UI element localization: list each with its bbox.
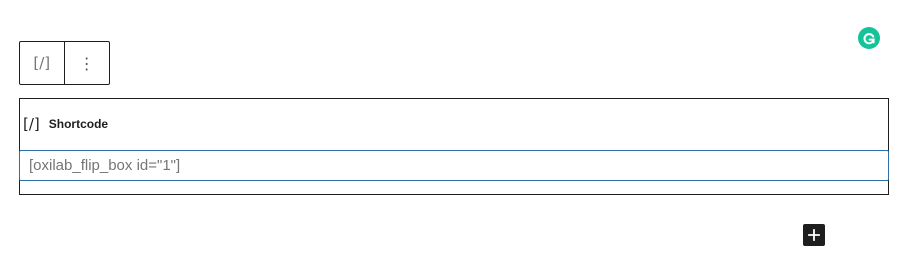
grammarly-icon[interactable] [858, 27, 880, 49]
shortcode-icon: [/] [23, 115, 40, 133]
add-block-button[interactable] [803, 224, 825, 246]
editor-canvas: [/] ⋮ [/] Shortcode [0, 0, 900, 267]
shortcode-block[interactable]: [/] Shortcode [19, 98, 889, 195]
plus-icon [808, 229, 820, 241]
shortcode-input[interactable] [19, 150, 889, 181]
shortcode-icon: [/] [33, 54, 51, 72]
block-toolbar: [/] ⋮ [19, 41, 110, 85]
more-options-button[interactable]: ⋮ [65, 42, 110, 84]
grammarly-g-glyph [863, 33, 875, 45]
block-type-button[interactable]: [/] [20, 42, 65, 84]
more-vertical-icon: ⋮ [78, 53, 95, 73]
block-title: Shortcode [48, 117, 109, 131]
shortcode-block-header: [/] Shortcode [23, 115, 108, 133]
